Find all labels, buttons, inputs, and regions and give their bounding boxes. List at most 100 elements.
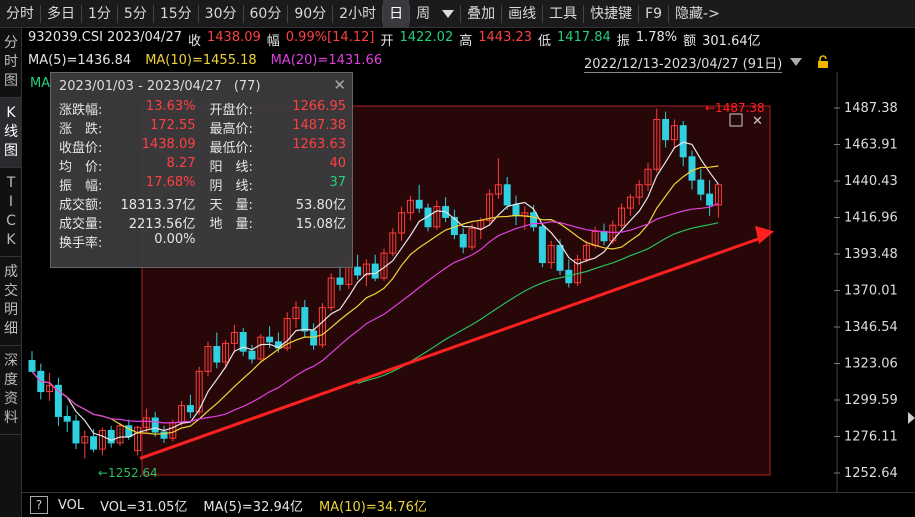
y-tick-label: 1440.43 [844, 174, 898, 189]
toolbar-item-16[interactable]: 隐藏-> [669, 0, 726, 28]
popup-row: 收盘价: 1438.09 最低价: 1263.63 [51, 137, 352, 156]
y-tick-label: 1323.06 [844, 357, 898, 372]
open-value: 1422.02 [399, 30, 454, 45]
toolbar-item-4[interactable]: 15分 [154, 0, 198, 28]
toolbar-item-11[interactable]: 叠加 [461, 0, 501, 28]
popup-cell-label: 换手率: [59, 236, 103, 251]
popup-cell-label: 地 量: [209, 217, 253, 232]
close-label: 收 [187, 34, 201, 49]
ma5-legend: MA(5)=1436.84 [28, 53, 132, 68]
toolbar-item-10[interactable]: 周 [410, 0, 436, 28]
popup-cell-value: 1487.38 [292, 118, 346, 133]
popup-cell: 阴 线: 37 [202, 175, 353, 194]
candle-body [538, 226, 546, 264]
popup-cell: 振 幅: 17.68% [51, 175, 202, 194]
low-label: 低 [538, 34, 552, 49]
popup-cell-value: 37 [329, 175, 346, 190]
popup-cell: 地 量: 15.08亿 [202, 213, 353, 232]
candle-body [415, 199, 423, 209]
toolbar-item-8[interactable]: 2小时 [333, 0, 382, 28]
change-label: 幅 [266, 34, 280, 49]
candle-body [354, 266, 362, 276]
high-label: 高 [459, 34, 473, 49]
high-marker: ←1487.38 [705, 101, 765, 115]
popup-cell-label: 振 幅: [59, 179, 103, 194]
left-tab-2[interactable]: TICK [0, 168, 22, 257]
volume-legend-bar: ? VOL VOL=31.05亿 MA(5)=32.94亿 MA(10)=34.… [22, 492, 915, 517]
quote-info-line: 932039.CSI 2023/04/27 收 1438.09 幅 0.99%[… [28, 30, 761, 49]
toolbar-item-1[interactable]: 多日 [41, 0, 81, 28]
popup-cell-value: 18313.37亿 [120, 198, 196, 213]
candle-body [72, 420, 80, 444]
toolbar-item-13[interactable]: 工具 [543, 0, 583, 28]
popup-cell-label: 涨 跌: [59, 122, 103, 137]
vol-ma5: MA(5)=32.94亿 [203, 499, 304, 515]
candle-body [213, 345, 221, 363]
popup-cell: 成交量: 2213.56亿 [51, 213, 202, 232]
popup-cell-value: 2213.56亿 [128, 217, 196, 232]
candle-body [248, 350, 256, 360]
popup-cell: 天 量: 53.80亿 [202, 194, 353, 213]
ma-legend: MA(5)=1436.84 MA(10)=1455.18 MA(20)=1431… [28, 53, 382, 71]
vol-value: VOL=31.05亿 [100, 499, 188, 515]
popup-cell: 最高价: 1487.38 [202, 118, 353, 137]
toolbar-item-0[interactable]: 分时 [0, 0, 40, 28]
y-tick-label: 1463.91 [844, 137, 898, 152]
y-tick-label: 1299.59 [844, 393, 898, 408]
popup-cell-value: 13.63% [145, 99, 196, 114]
y-tick-label: 1416.96 [844, 210, 898, 225]
lock-icon[interactable] [816, 55, 830, 69]
candle-body [503, 184, 511, 206]
popup-cell [202, 232, 353, 251]
toolbar-item-12[interactable]: 画线 [502, 0, 542, 28]
toolbar-item-5[interactable]: 30分 [199, 0, 243, 28]
left-tab-3[interactable]: 成交明细 [0, 257, 22, 346]
toolbar-item-2[interactable]: 1分 [82, 0, 117, 28]
amp-value: 1.78% [635, 30, 678, 45]
chevron-down-icon[interactable] [442, 9, 455, 18]
popup-row: 成交额: 18313.37亿天 量: 53.80亿 [51, 194, 352, 213]
y-tick-label: 1276.11 [844, 430, 898, 445]
popup-cell: 成交额: 18313.37亿 [51, 194, 202, 213]
left-tab-0[interactable]: 分时图 [0, 28, 22, 98]
toolbar-item-7[interactable]: 90分 [288, 0, 332, 28]
popup-cell-value: 8.27 [166, 156, 196, 171]
popup-cell: 涨跌幅: 13.63% [51, 99, 202, 118]
popup-count: (77) [233, 78, 261, 94]
popup-row: 涨跌幅: 13.63% 开盘价: 1266.95 [51, 99, 352, 118]
candle-body [90, 436, 98, 450]
toolbar-item-3[interactable]: 5分 [118, 0, 153, 28]
candle-body [336, 277, 344, 285]
popup-cell-label: 开盘价: [209, 103, 253, 118]
popup-cell: 换手率: 0.00% [51, 232, 202, 251]
toolbar-item-14[interactable]: 快捷键 [584, 0, 638, 28]
popup-cell-value: 53.80亿 [295, 198, 346, 213]
y-tick-label: 1393.48 [844, 247, 898, 262]
popup-row: 振 幅: 17.68% 阴 线: 37 [51, 175, 352, 194]
chevron-right-icon[interactable] [908, 412, 915, 424]
popup-cell-label: 天 量: [209, 198, 253, 213]
popup-cell: 阳 线: 40 [202, 156, 353, 175]
left-view-tabs: 分时图K线图TICK成交明细深度资料 [0, 28, 22, 517]
popup-cell: 最低价: 1263.63 [202, 137, 353, 156]
popup-stats-table: 涨跌幅: 13.63% 开盘价: 1266.95 涨 跌: 172.55 最高价: 1487.… [51, 99, 352, 251]
ma20-legend: MA(20)=1431.66 [270, 53, 383, 68]
candle-body [556, 244, 564, 271]
candle-body [186, 405, 194, 413]
candle-body [679, 125, 687, 158]
left-tab-4[interactable]: 深度资料 [0, 346, 22, 435]
popup-cell-label: 收盘价: [59, 141, 103, 156]
date-range-selector[interactable]: 2022/12/13-2023/04/27 (91日) [584, 53, 783, 73]
toolbar-item-15[interactable]: F9 [639, 0, 668, 28]
chevron-down-icon[interactable] [790, 58, 802, 66]
left-tab-1[interactable]: K线图 [0, 98, 22, 168]
popup-cell-value: 172.55 [150, 118, 196, 133]
toolbar-item-6[interactable]: 60分 [244, 0, 288, 28]
candle-body [512, 204, 520, 217]
amount-value: 301.64亿 [702, 34, 761, 49]
candle-body [266, 336, 274, 343]
popup-cell-label: 成交量: [59, 217, 103, 232]
close-icon[interactable]: ✕ [333, 76, 346, 94]
help-icon[interactable]: ? [30, 496, 48, 514]
toolbar-item-9[interactable]: 日 [383, 0, 410, 28]
